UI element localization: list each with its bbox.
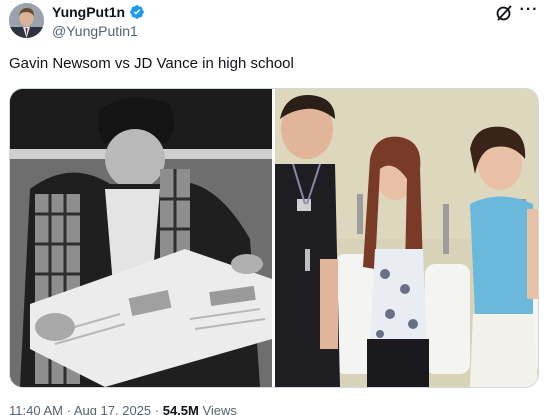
- author-name-row[interactable]: YungPut1n: [52, 3, 145, 21]
- urinal-photo-icon: [275, 89, 538, 387]
- views-label: Views: [198, 403, 237, 415]
- newspaper-photo-icon: [10, 89, 272, 387]
- more-options-icon[interactable]: ···: [519, 2, 539, 21]
- media-grid[interactable]: [9, 88, 539, 388]
- views-count: 54.5M: [162, 403, 199, 415]
- photo-three-teens-urinals[interactable]: [275, 89, 538, 387]
- tweet-card: YungPut1n @YungPutin1 ··· Gavin Newsom v…: [0, 0, 545, 415]
- author-display-name[interactable]: YungPut1n: [52, 3, 125, 21]
- verified-badge-icon: [130, 5, 144, 19]
- tweet-time[interactable]: 11:40 AM: [9, 403, 63, 415]
- meta-separator: ·: [151, 403, 163, 415]
- meta-separator: ·: [62, 403, 74, 415]
- author-handle[interactable]: @YungPutin1: [52, 22, 138, 40]
- tweet-date[interactable]: Aug 17, 2025: [74, 403, 151, 415]
- tweet-meta: 11:40 AM · Aug 17, 2025 · 54.5M Views: [9, 403, 237, 415]
- author-avatar[interactable]: [9, 3, 44, 38]
- tweet-text: Gavin Newsom vs JD Vance in high school: [9, 55, 294, 72]
- photo-man-reading-newspaper[interactable]: [10, 89, 272, 387]
- grok-icon[interactable]: [495, 4, 513, 22]
- profile-photo-icon: [9, 3, 44, 38]
